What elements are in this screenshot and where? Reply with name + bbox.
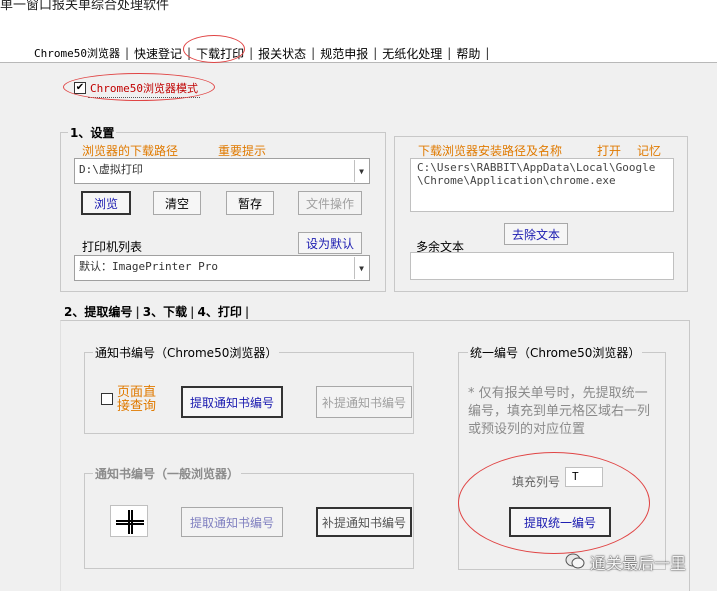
remove-text-button[interactable]: 去除文本 (504, 223, 568, 245)
browser-path-textarea[interactable]: C:\Users\RABBIT\AppData\Local\Google\Chr… (410, 158, 674, 212)
tab-standard-declaration[interactable]: 规范申报 (316, 45, 372, 62)
check-mark-icon: ✔ (75, 82, 85, 93)
extra-text-input[interactable] (410, 252, 674, 280)
tab-separator: | (244, 304, 250, 319)
focus-underline (88, 97, 200, 98)
tab-chrome50[interactable]: Chrome50浏览器 (30, 45, 124, 61)
supplement-notice-general-button[interactable]: 补提通知书编号 (316, 507, 412, 537)
page-query-label: 页面直接查询 (117, 385, 157, 414)
wechat-icon (565, 552, 585, 573)
tab-separator: | (135, 304, 140, 319)
chevron-down-icon[interactable]: ▼ (354, 160, 368, 182)
chevron-down-icon[interactable]: ▼ (354, 257, 368, 279)
tab-separator: | (190, 304, 195, 319)
tab-separator: | (485, 46, 490, 60)
tab-quick-register[interactable]: 快速登记 (130, 45, 186, 62)
save-temp-button[interactable]: 暂存 (226, 191, 274, 215)
unified-note: * 仅有报关单号时，先提取统一编号，填充到单元格区域右一列或预设列的对应位置 (468, 386, 651, 437)
fill-column-label: 填充列号 (512, 475, 561, 489)
printer-list-label: 打印机列表 (82, 240, 143, 254)
printer-value: 默认：ImagePrinter Pro (79, 260, 218, 273)
window-title: 单一窗口报关单综合处理软件 (0, 0, 170, 13)
watermark-text: 通关最后一里 (590, 554, 687, 573)
chrome-mode-checkbox[interactable]: ✔ (74, 82, 86, 94)
page-query-checkbox[interactable] (101, 393, 113, 405)
cross-icon-box[interactable] (110, 505, 148, 537)
clear-button[interactable]: 清空 (153, 191, 201, 215)
tab-help[interactable]: 帮助 (452, 45, 484, 62)
tab-download[interactable]: 3、下载 (143, 303, 187, 320)
extract-unified-button[interactable]: 提取统一编号 (509, 507, 611, 537)
notice-chrome-title: 通知书编号（Chrome50浏览器） (93, 344, 280, 361)
download-path-value: D:\虚拟打印 (79, 163, 143, 176)
extract-notice-button[interactable]: 提取通知书编号 (181, 386, 283, 418)
printer-select[interactable]: 默认：ImagePrinter Pro ▼ (74, 255, 370, 281)
inner-tabs: 2、提取编号 | 3、下载 | 4、打印 | (64, 303, 252, 320)
tab-extract-number[interactable]: 2、提取编号 (64, 303, 132, 320)
set-default-button[interactable]: 设为默认 (298, 232, 362, 254)
chrome-mode-label: Chrome50浏览器模式 (90, 82, 198, 95)
browse-button[interactable]: 浏览 (81, 191, 131, 215)
supplement-notice-button[interactable]: 补提通知书编号 (316, 386, 412, 418)
extract-notice-general-button[interactable]: 提取通知书编号 (181, 507, 283, 537)
tab-customs-status[interactable]: 报关状态 (254, 45, 310, 62)
menu-tabs: Chrome50浏览器 | 快速登记 | 下载打印 | 报关状态 | 规范申报 … (30, 44, 490, 62)
remember-link[interactable]: 记忆 (637, 142, 661, 159)
fill-column-input[interactable]: T (565, 467, 603, 487)
cross-icon (116, 510, 144, 534)
file-ops-button[interactable]: 文件操作 (298, 191, 362, 215)
tab-download-print[interactable]: 下载打印 (192, 45, 248, 62)
tab-print[interactable]: 4、打印 (198, 303, 242, 320)
download-path-select[interactable]: D:\虚拟打印 ▼ (74, 158, 370, 184)
unified-title: 统一编号（Chrome50浏览器） (468, 344, 643, 361)
tab-paperless[interactable]: 无纸化处理 (378, 45, 446, 62)
download-path-label[interactable]: 浏览器的下载路径 (82, 142, 178, 159)
important-tip-label[interactable]: 重要提示 (218, 142, 266, 159)
browser-install-title: 下载浏览器安装路径及名称 (418, 144, 563, 158)
open-link[interactable]: 打开 (597, 142, 621, 159)
settings-title: 1、设置 (68, 124, 117, 141)
notice-general-title: 通知书编号（一般浏览器） (93, 465, 242, 482)
